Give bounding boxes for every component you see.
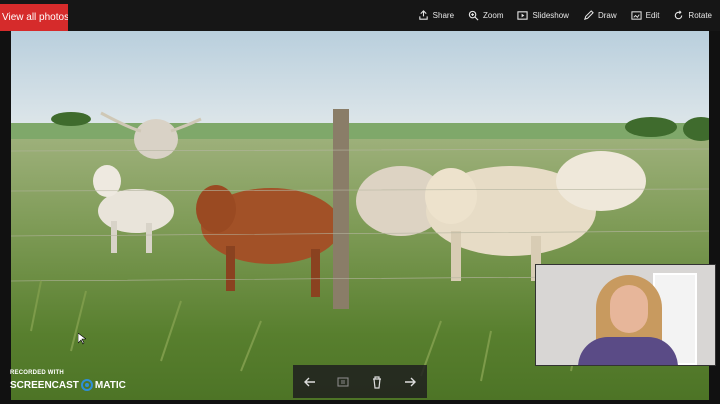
screencast-brand: SCREENCAST MATIC	[10, 379, 126, 391]
mouse-cursor	[77, 332, 87, 350]
next-arrow-icon	[405, 377, 417, 386]
draw-button[interactable]: Draw	[583, 10, 617, 21]
rotate-icon	[675, 10, 683, 20]
previous-arrow-icon	[303, 377, 315, 386]
zoom-icon	[468, 10, 479, 21]
zoom-button[interactable]: Zoom	[468, 10, 503, 21]
webcam-person-body	[578, 337, 678, 365]
share-button[interactable]: Share	[418, 10, 454, 21]
draw-icon	[583, 10, 594, 20]
brand-left: SCREENCAST	[10, 379, 79, 391]
screencast-watermark: RECORDED WITH SCREENCAST MATIC	[10, 370, 126, 391]
filmstrip-icon	[337, 376, 349, 387]
filmstrip-button[interactable]	[332, 371, 354, 393]
brand-right: MATIC	[94, 379, 126, 391]
delete-icon	[372, 375, 381, 389]
next-button[interactable]	[399, 371, 421, 393]
view-all-photos-button[interactable]: View all photos	[0, 4, 68, 31]
edit-button[interactable]: Edit	[631, 10, 660, 21]
share-label: Share	[432, 11, 455, 20]
top-toolbar: View all photos Share Zoom Slideshow Dra…	[0, 0, 720, 31]
bottom-strip	[0, 400, 720, 404]
edit-icon	[631, 11, 642, 20]
rotate-label: Rotate	[688, 11, 712, 20]
delete-button[interactable]	[366, 371, 388, 393]
previous-button[interactable]	[299, 371, 321, 393]
edit-label: Edit	[645, 11, 660, 20]
webcam-person-face	[610, 285, 648, 333]
zoom-label: Zoom	[483, 11, 504, 20]
photo-controls	[293, 365, 427, 398]
brand-logo-icon	[80, 379, 93, 391]
draw-label: Draw	[597, 11, 617, 20]
toolbar-actions: Share Zoom Slideshow Draw Edit Rotate	[418, 0, 712, 31]
cursor-icon	[77, 332, 87, 345]
webcam-overlay	[535, 264, 716, 366]
recorded-with-label: RECORDED WITH	[10, 370, 64, 376]
slideshow-button[interactable]: Slideshow	[517, 10, 569, 21]
share-icon	[418, 10, 428, 20]
rotate-button[interactable]: Rotate	[673, 10, 712, 21]
slideshow-icon	[517, 11, 529, 20]
slideshow-label: Slideshow	[532, 11, 569, 20]
